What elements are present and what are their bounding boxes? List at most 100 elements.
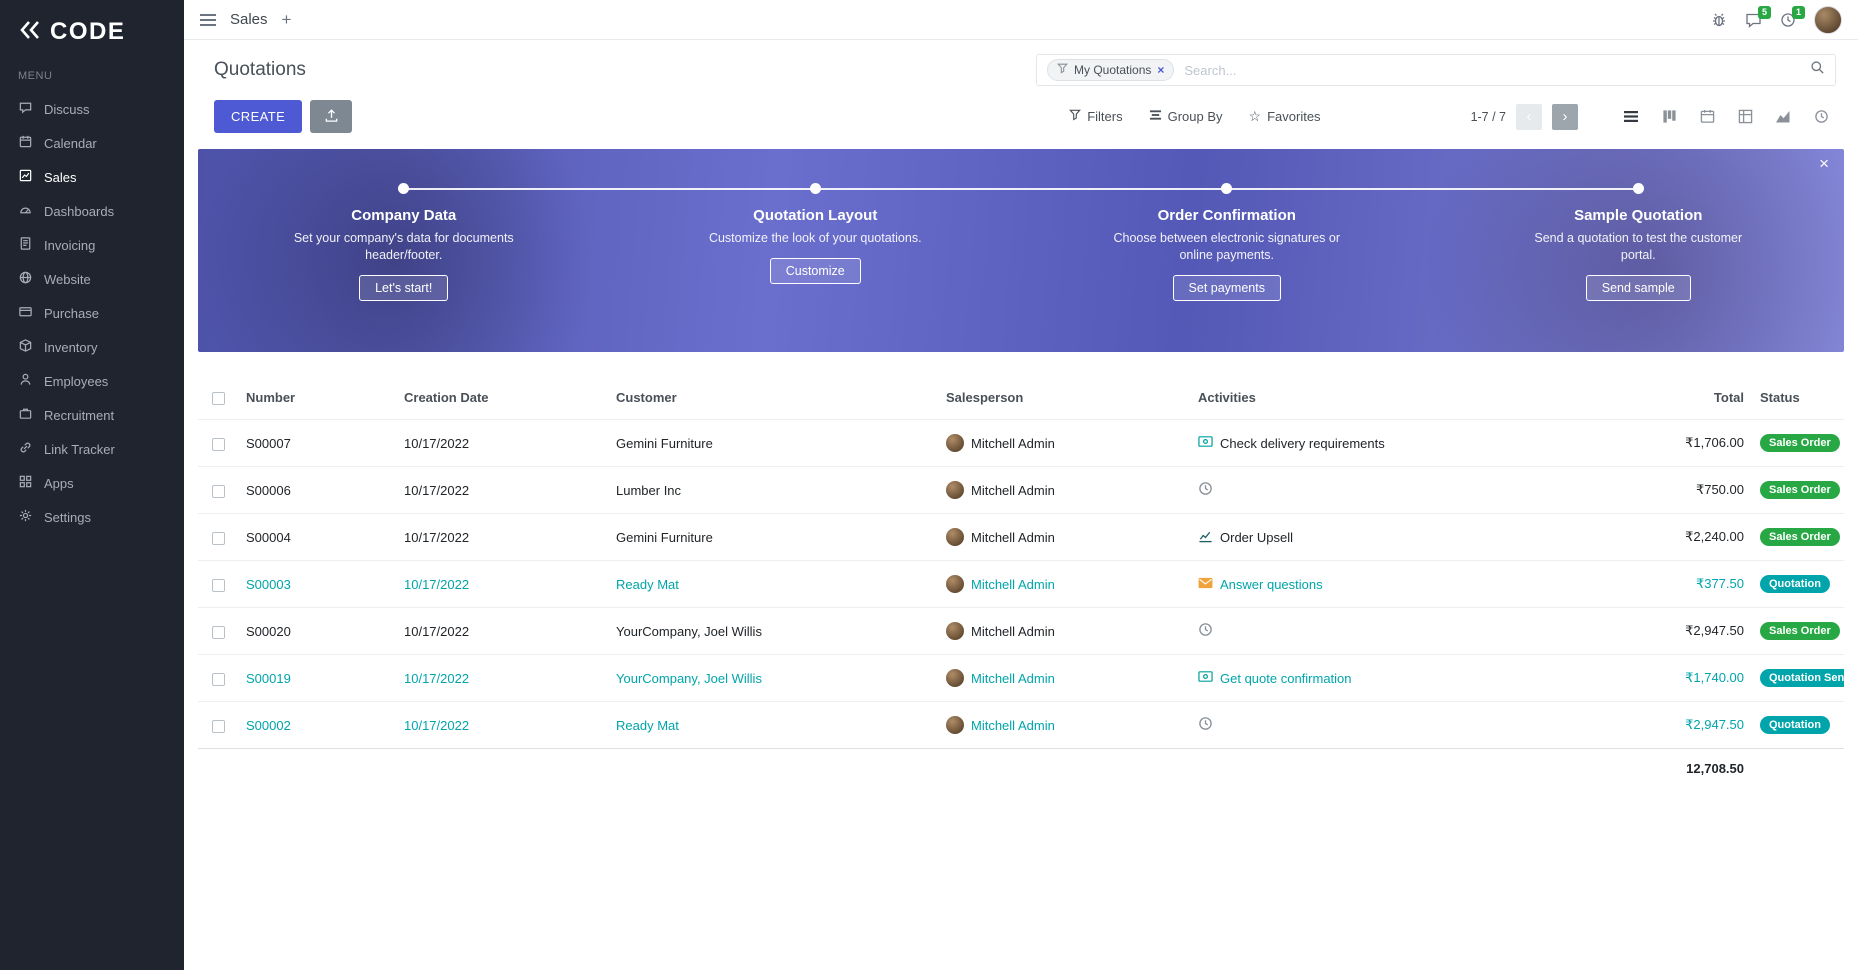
filters-button[interactable]: Filters (1069, 109, 1122, 124)
set-payments-button[interactable]: Set payments (1173, 275, 1281, 301)
money-activity-icon[interactable] (1198, 435, 1213, 451)
customize-button[interactable]: Customize (770, 258, 861, 284)
column-header-salesperson[interactable]: Salesperson (938, 376, 1190, 420)
export-button[interactable] (310, 100, 352, 133)
sidebar-item-recruitment[interactable]: Recruitment (0, 398, 184, 432)
sidebar-item-discuss[interactable]: Discuss (0, 92, 184, 126)
row-checkbox[interactable] (212, 532, 225, 545)
activities-clock-icon[interactable]: 1 (1780, 12, 1796, 28)
cell-salesperson: Mitchell Admin (971, 483, 1055, 498)
search-icon[interactable] (1810, 60, 1825, 80)
clock-activity-icon[interactable] (1198, 481, 1213, 499)
sidebar-item-calendar[interactable]: Calendar (0, 126, 184, 160)
menu-section-label: MENU (0, 66, 184, 92)
column-header-number[interactable]: Number (238, 376, 396, 420)
select-all-checkbox[interactable] (212, 392, 225, 405)
row-checkbox[interactable] (212, 673, 225, 686)
salesperson-avatar (946, 669, 964, 687)
cell-activity: Order Upsell (1220, 530, 1293, 545)
create-button[interactable]: CREATE (214, 100, 302, 133)
cell-salesperson: Mitchell Admin (971, 718, 1055, 733)
money-activity-icon[interactable] (1198, 670, 1213, 686)
row-checkbox[interactable] (212, 485, 225, 498)
column-header-activities[interactable]: Activities (1190, 376, 1612, 420)
sidebar-item-label: Discuss (44, 102, 90, 117)
lets-start-button[interactable]: Let's start! (359, 275, 448, 301)
row-checkbox[interactable] (212, 720, 225, 733)
filter-toolbar: Filters Group By ☆ Favorites (1069, 108, 1320, 125)
group-by-button[interactable]: Group By (1149, 109, 1223, 124)
cell-number[interactable]: S00020 (238, 608, 396, 655)
sales-icon (18, 168, 33, 186)
sidebar-item-label: Website (44, 272, 91, 287)
search-bar[interactable]: My Quotations × (1036, 54, 1836, 86)
sidebar-item-employees[interactable]: Employees (0, 364, 184, 398)
cell-number[interactable]: S00003 (238, 561, 396, 608)
calendar-view-icon[interactable] (1692, 104, 1722, 130)
remove-filter-icon[interactable]: × (1157, 63, 1164, 77)
chart-activity-icon[interactable] (1198, 529, 1213, 546)
salesperson-avatar (946, 575, 964, 593)
cell-customer: Lumber Inc (608, 467, 938, 514)
search-input[interactable] (1182, 62, 1802, 79)
website-icon (18, 270, 33, 288)
table-row[interactable]: S00019 10/17/2022 YourCompany, Joel Will… (198, 655, 1844, 702)
status-badge: Sales Order (1760, 481, 1840, 499)
pager-next-button[interactable]: › (1552, 104, 1578, 130)
sidebar-item-invoicing[interactable]: Invoicing (0, 228, 184, 262)
salesperson-avatar (946, 716, 964, 734)
sidebar-item-settings[interactable]: Settings (0, 500, 184, 534)
table-row[interactable]: S00020 10/17/2022 YourCompany, Joel Will… (198, 608, 1844, 655)
column-header-status[interactable]: Status (1752, 376, 1844, 420)
sidebar-item-website[interactable]: Website (0, 262, 184, 296)
clock-activity-icon[interactable] (1198, 716, 1213, 734)
funnel-icon (1069, 109, 1081, 124)
activity-view-icon[interactable] (1806, 104, 1836, 130)
send-sample-button[interactable]: Send sample (1586, 275, 1691, 301)
cell-customer: Gemini Furniture (608, 420, 938, 467)
list-view-icon[interactable] (1616, 104, 1646, 130)
table-row[interactable]: S00003 10/17/2022 Ready Mat Mitchell Adm… (198, 561, 1844, 608)
cell-number[interactable]: S00006 (238, 467, 396, 514)
pager-prev-button[interactable]: ‹ (1516, 104, 1542, 130)
sidebar-item-purchase[interactable]: Purchase (0, 296, 184, 330)
search-filter-chip[interactable]: My Quotations × (1047, 59, 1174, 81)
step-description: Choose between electronic signatures or … (1107, 230, 1347, 264)
sidebar-item-apps[interactable]: Apps (0, 466, 184, 500)
add-tab-button[interactable]: + (282, 10, 292, 30)
kanban-view-icon[interactable] (1654, 104, 1684, 130)
cell-number[interactable]: S00002 (238, 702, 396, 749)
favorites-button-label: Favorites (1267, 109, 1320, 124)
column-header-customer[interactable]: Customer (608, 376, 938, 420)
sidebar-item-link-tracker[interactable]: Link Tracker (0, 432, 184, 466)
row-checkbox[interactable] (212, 626, 225, 639)
app-title[interactable]: Sales (230, 11, 268, 28)
messages-icon[interactable]: 5 (1745, 12, 1762, 28)
sidebar-item-label: Dashboards (44, 204, 114, 219)
app-logo[interactable]: CODE (0, 0, 184, 66)
debug-bug-icon[interactable] (1711, 12, 1727, 28)
row-checkbox[interactable] (212, 438, 225, 451)
hamburger-menu-icon[interactable] (200, 13, 216, 27)
user-avatar[interactable] (1814, 6, 1842, 34)
table-row[interactable]: S00007 10/17/2022 Gemini Furniture Mitch… (198, 420, 1844, 467)
sidebar-item-sales[interactable]: Sales (0, 160, 184, 194)
favorites-button[interactable]: ☆ Favorites (1249, 108, 1321, 125)
cell-number[interactable]: S00019 (238, 655, 396, 702)
row-checkbox[interactable] (212, 579, 225, 592)
clock-activity-icon[interactable] (1198, 622, 1213, 640)
envelope-activity-icon[interactable] (1198, 577, 1213, 592)
table-row[interactable]: S00004 10/17/2022 Gemini Furniture Mitch… (198, 514, 1844, 561)
pivot-view-icon[interactable] (1730, 104, 1760, 130)
table-row[interactable]: S00006 10/17/2022 Lumber Inc Mitchell Ad… (198, 467, 1844, 514)
column-header-total[interactable]: Total (1612, 376, 1752, 420)
graph-view-icon[interactable] (1768, 104, 1798, 130)
table-row[interactable]: S00002 10/17/2022 Ready Mat Mitchell Adm… (198, 702, 1844, 749)
cell-number[interactable]: S00004 (238, 514, 396, 561)
step-title: Quotation Layout (753, 207, 877, 224)
sidebar-item-inventory[interactable]: Inventory (0, 330, 184, 364)
cell-number[interactable]: S00007 (238, 420, 396, 467)
sidebar-item-dashboards[interactable]: Dashboards (0, 194, 184, 228)
column-header-creation-date[interactable]: Creation Date (396, 376, 608, 420)
cell-total: ₹377.50 (1612, 561, 1752, 608)
